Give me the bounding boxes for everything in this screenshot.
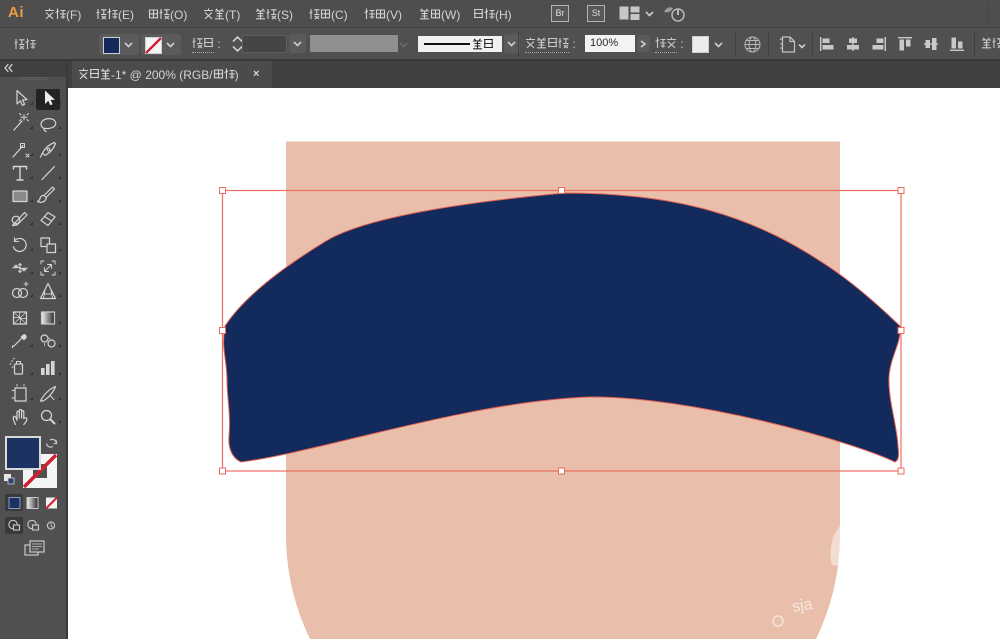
svg-text:sja: sja — [791, 596, 814, 616]
